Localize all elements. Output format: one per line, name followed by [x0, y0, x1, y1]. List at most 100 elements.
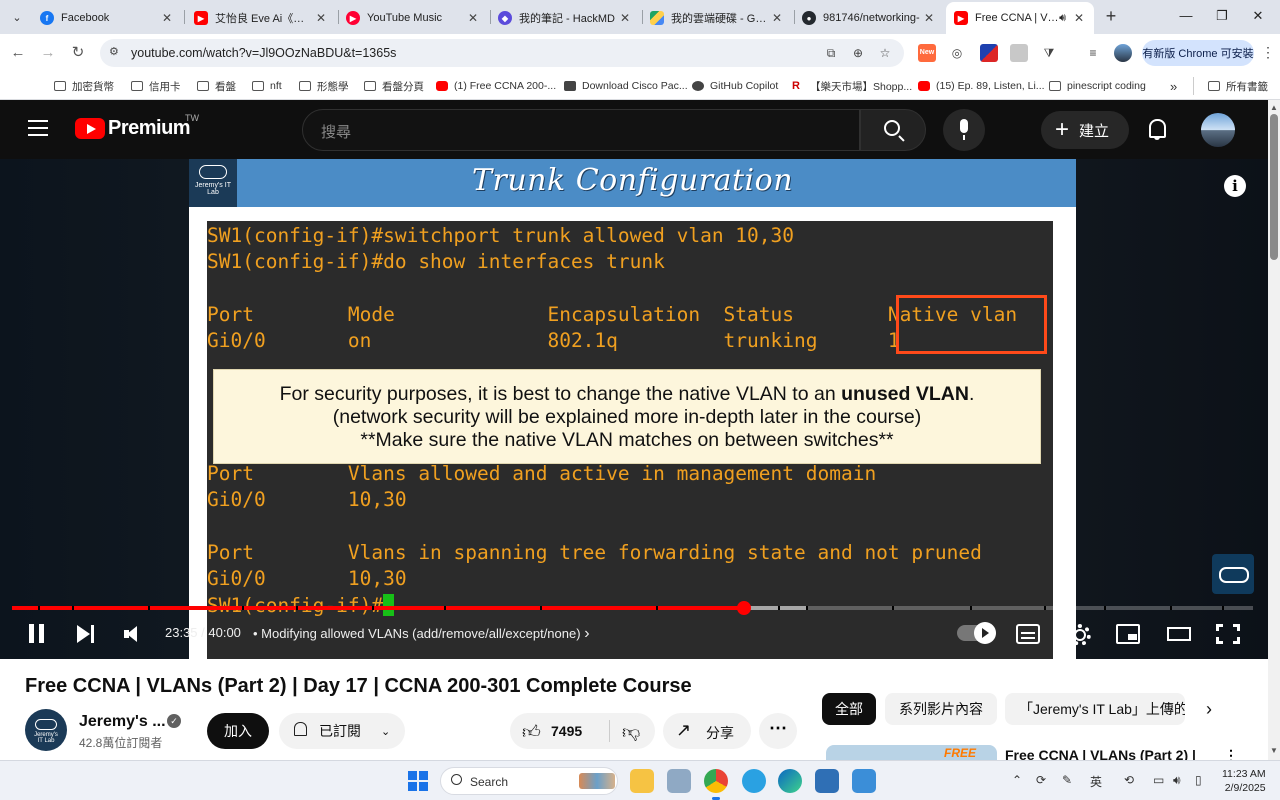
telegram-icon[interactable] — [742, 769, 766, 793]
notepad-icon[interactable] — [852, 769, 876, 793]
youtube-premium-logo[interactable]: Premium — [108, 117, 191, 140]
close-icon[interactable]: ✕ — [618, 11, 632, 25]
close-window-button[interactable]: ✕ — [1250, 8, 1266, 24]
more-bookmarks-button[interactable]: » — [1170, 77, 1177, 95]
ime-indicator[interactable]: 英 — [1090, 773, 1102, 790]
media-control-icon[interactable]: ≡ — [1084, 44, 1102, 62]
like-count[interactable]: 7495 — [551, 723, 582, 739]
next-button[interactable] — [76, 622, 96, 646]
edge-icon[interactable] — [778, 769, 802, 793]
bookmark-link[interactable]: (1) Free CCNA 200-... — [436, 77, 556, 95]
scrollbar-thumb[interactable] — [1270, 114, 1278, 260]
chevron-right-icon[interactable]: › — [1206, 699, 1212, 720]
windows-start-icon[interactable] — [408, 771, 428, 791]
join-button[interactable]: 加入 — [207, 713, 269, 749]
info-icon[interactable]: i — [1224, 175, 1246, 197]
create-button[interactable]: + 建立 — [1041, 111, 1129, 149]
volume-tray-icon[interactable]: 🔊︎ — [1173, 773, 1181, 788]
page-scrollbar[interactable]: ▲ ▼ — [1268, 100, 1280, 760]
address-bar[interactable]: ⚙︎ youtube.com/watch?v=Jl9OOzNaBDU&t=136… — [100, 39, 904, 67]
subscribed-button[interactable]: 已訂閱 ⌄ — [279, 713, 405, 749]
share-button[interactable]: ↗ 分享 — [663, 713, 751, 749]
chapter-title[interactable]: • Modifying allowed VLANs (add/remove/al… — [253, 625, 590, 643]
bookmark-folder[interactable]: pinescript coding — [1049, 77, 1146, 95]
bookmark-link[interactable]: Download Cisco Pac... — [564, 77, 688, 95]
url-text[interactable]: youtube.com/watch?v=Jl9OOzNaBDU&t=1365s — [131, 46, 396, 60]
extension-google-icon[interactable]: ◎ — [948, 44, 966, 62]
progress-bar[interactable] — [12, 601, 1253, 615]
pause-button[interactable] — [27, 622, 47, 646]
channel-name[interactable]: Jeremy's ... — [79, 713, 166, 731]
new-tab-button[interactable]: + — [1100, 6, 1122, 28]
miniplayer-icon[interactable] — [1116, 624, 1140, 644]
search-button[interactable] — [860, 109, 926, 151]
profile-avatar-icon[interactable] — [1114, 44, 1132, 62]
channel-watermark[interactable] — [1212, 554, 1254, 594]
tab-youtube-music[interactable]: ▶ YouTube Music ✕ — [338, 4, 488, 32]
tab-hackmd[interactable]: ◆ 我的筆記 - HackMD ✕ — [490, 4, 640, 32]
volume-icon[interactable] — [122, 622, 144, 646]
account-avatar[interactable] — [1201, 113, 1235, 147]
menu-icon[interactable] — [28, 120, 48, 136]
autoplay-toggle[interactable] — [957, 622, 996, 644]
file-explorer-icon[interactable] — [630, 769, 654, 793]
close-icon[interactable]: ✕ — [160, 11, 174, 25]
battery-icon[interactable]: ▯ — [1195, 773, 1202, 787]
back-button[interactable]: ← — [8, 43, 28, 63]
settings-gear-icon[interactable] — [1067, 624, 1091, 646]
site-info-icon[interactable]: ⚙︎ — [109, 45, 123, 59]
close-icon[interactable]: ✕ — [314, 11, 328, 25]
scroll-down-icon[interactable]: ▼ — [1270, 746, 1278, 755]
bookmark-link[interactable]: (15) Ep. 89, Listen, Li... — [918, 77, 1045, 95]
chrome-update-button[interactable]: 有新版 Chrome 可安裝 — [1142, 40, 1254, 66]
tab-google-drive[interactable]: 我的雲端硬碟 - Goog ✕ — [642, 4, 792, 32]
ime-mode-icon[interactable]: ⟲ — [1124, 773, 1134, 787]
audio-playing-icon[interactable]: 🔊︎ — [1059, 12, 1066, 25]
scroll-up-icon[interactable]: ▲ — [1270, 103, 1278, 112]
bookmark-link[interactable]: R 【樂天市場】Shopp... — [792, 77, 912, 95]
channel-avatar[interactable]: Jeremy's IT Lab — [25, 709, 67, 751]
taskbar-search[interactable]: Search — [440, 767, 618, 795]
recommended-thumbnail[interactable]: FREE — [826, 745, 997, 760]
chrome-menu-icon[interactable]: ⋮ — [1261, 44, 1275, 61]
youtube-logo-icon[interactable] — [75, 118, 105, 139]
bookmark-folder[interactable]: 看盤分頁 — [364, 77, 424, 95]
fullscreen-icon[interactable] — [1216, 624, 1240, 644]
chip-series[interactable]: 系列影片內容 — [885, 693, 997, 725]
close-icon[interactable]: ✕ — [1072, 11, 1086, 25]
scrubber-handle[interactable] — [736, 601, 751, 615]
bookmark-folder[interactable]: nft — [252, 77, 282, 95]
minimize-button[interactable]: — — [1178, 8, 1194, 24]
chip-all[interactable]: 全部 — [822, 693, 876, 725]
bookmark-link[interactable]: GitHub Copilot — [692, 77, 778, 95]
extensions-puzzle-icon[interactable]: ⧩ — [1040, 44, 1058, 62]
close-icon[interactable]: ✕ — [770, 11, 784, 25]
tab-youtube-eve-ai[interactable]: ▶ 艾怡良 Eve Ai《那時 ✕ — [186, 4, 336, 32]
restore-button[interactable]: ❐ — [1214, 8, 1230, 24]
system-clock[interactable]: 11:23 AM 2/9/2025 — [1222, 767, 1266, 795]
cast-icon[interactable]: ⧉ — [823, 45, 839, 61]
tab-free-ccna-active[interactable]: ▶ Free CCNA | VLA 🔊︎ ✕ — [946, 2, 1094, 34]
theater-mode-icon[interactable] — [1167, 627, 1191, 641]
recommended-title[interactable]: Free CCNA | VLANs (Part 2) | — [1005, 747, 1205, 760]
video-player[interactable]: Jeremy's IT Lab Trunk Configuration SW1(… — [0, 159, 1268, 659]
reload-button[interactable]: ↻ — [68, 43, 88, 63]
extension-flag-icon[interactable] — [980, 44, 998, 62]
bookmark-folder[interactable]: 看盤 — [197, 77, 236, 95]
close-icon[interactable]: ✕ — [466, 11, 480, 25]
network-icon[interactable]: ▭ — [1153, 773, 1164, 787]
extension-grey-icon[interactable] — [1010, 44, 1028, 62]
tray-overflow-icon[interactable]: ⌃ — [1012, 773, 1022, 787]
calculator-icon[interactable] — [815, 769, 839, 793]
pen-icon[interactable]: ✎ — [1062, 773, 1072, 787]
chip-channel-uploads[interactable]: 「Jeremy's IT Lab」上傳的 — [1005, 693, 1185, 725]
subtitles-icon[interactable] — [1016, 624, 1040, 644]
forward-button[interactable]: → — [38, 43, 58, 63]
more-vert-icon[interactable]: ⋮ — [1224, 747, 1238, 760]
bookmark-folder[interactable]: 形態學 — [299, 77, 349, 95]
bookmark-star-icon[interactable]: ☆ — [877, 45, 893, 61]
chrome-icon[interactable] — [704, 769, 728, 800]
zoom-icon[interactable]: ⊕ — [850, 45, 866, 61]
sync-icon[interactable]: ⟳ — [1036, 773, 1046, 787]
tab-facebook[interactable]: f Facebook ✕ — [32, 4, 182, 32]
